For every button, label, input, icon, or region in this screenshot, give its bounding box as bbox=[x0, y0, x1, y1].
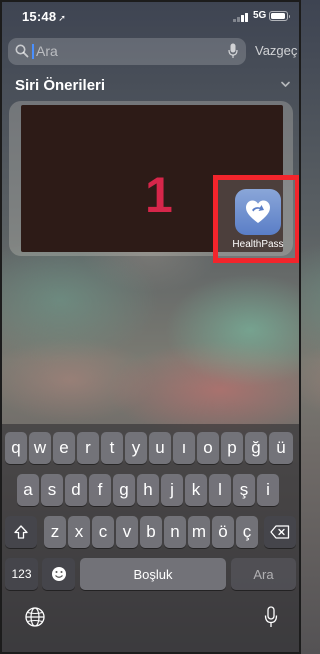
status-bar: 15:48 ➚ 5G bbox=[0, 0, 301, 32]
key-o[interactable]: o bbox=[197, 432, 219, 464]
key-p[interactable]: p bbox=[221, 432, 243, 464]
key-x[interactable]: x bbox=[68, 516, 90, 548]
search-input[interactable]: Ara bbox=[8, 38, 246, 65]
key-f[interactable]: f bbox=[89, 474, 111, 506]
key-g[interactable]: g bbox=[113, 474, 135, 506]
shift-key[interactable] bbox=[5, 516, 37, 548]
key-u-umlaut[interactable]: ü bbox=[269, 432, 293, 464]
dictation-key[interactable] bbox=[259, 605, 283, 629]
key-c-cedilla[interactable]: ç bbox=[236, 516, 258, 548]
emoji-key[interactable] bbox=[42, 558, 75, 590]
key-v[interactable]: v bbox=[116, 516, 138, 548]
microphone-icon bbox=[264, 606, 278, 627]
key-a[interactable]: a bbox=[17, 474, 39, 506]
key-l[interactable]: l bbox=[209, 474, 231, 506]
microphone-icon[interactable] bbox=[228, 43, 238, 59]
key-b[interactable]: b bbox=[140, 516, 162, 548]
globe-icon bbox=[25, 607, 45, 627]
key-dotless-i[interactable]: ı bbox=[173, 432, 195, 464]
key-m[interactable]: m bbox=[188, 516, 210, 548]
key-w[interactable]: w bbox=[29, 432, 51, 464]
key-n[interactable]: n bbox=[164, 516, 186, 548]
space-key[interactable]: Boşluk bbox=[80, 558, 226, 590]
heart-icon bbox=[246, 200, 270, 223]
key-q[interactable]: q bbox=[5, 432, 27, 464]
video-number-label: 1 bbox=[145, 167, 173, 223]
key-u[interactable]: u bbox=[149, 432, 171, 464]
key-t[interactable]: t bbox=[101, 432, 123, 464]
key-h[interactable]: h bbox=[137, 474, 159, 506]
key-r[interactable]: r bbox=[77, 432, 99, 464]
shift-icon bbox=[14, 525, 28, 539]
key-s[interactable]: s bbox=[41, 474, 63, 506]
key-k[interactable]: k bbox=[185, 474, 207, 506]
search-placeholder: Ara bbox=[36, 43, 58, 59]
key-s-cedilla[interactable]: ş bbox=[233, 474, 255, 506]
return-key[interactable]: Ara bbox=[231, 558, 296, 590]
search-icon bbox=[15, 44, 29, 58]
key-y[interactable]: y bbox=[125, 432, 147, 464]
healthpass-app-icon[interactable] bbox=[235, 189, 281, 235]
key-g-breve[interactable]: ğ bbox=[245, 432, 267, 464]
delete-key[interactable] bbox=[264, 516, 296, 548]
cancel-button[interactable]: Vazgeç bbox=[255, 43, 297, 58]
key-j[interactable]: j bbox=[161, 474, 183, 506]
key-c[interactable]: c bbox=[92, 516, 114, 548]
keyboard: q w e r t y u ı o p ğ ü a s d f g h j k … bbox=[2, 424, 299, 652]
emoji-icon bbox=[51, 567, 66, 581]
key-z[interactable]: z bbox=[44, 516, 66, 548]
chevron-down-icon[interactable] bbox=[281, 80, 290, 89]
text-cursor bbox=[32, 44, 34, 59]
status-time: 15:48 ➚ bbox=[22, 9, 66, 24]
battery-icon bbox=[269, 11, 290, 21]
signal-icon bbox=[233, 13, 249, 22]
location-arrow-icon: ➚ bbox=[58, 13, 66, 23]
numbers-key[interactable]: 123 bbox=[5, 558, 38, 590]
key-e[interactable]: e bbox=[53, 432, 75, 464]
network-type: 5G bbox=[253, 10, 267, 21]
siri-suggestions-title: Siri Önerileri bbox=[15, 77, 106, 94]
key-d[interactable]: d bbox=[65, 474, 87, 506]
globe-key[interactable] bbox=[23, 605, 47, 629]
key-i[interactable]: i bbox=[257, 474, 279, 506]
backspace-icon bbox=[270, 525, 290, 539]
app-name-label: HealthPass bbox=[232, 239, 284, 250]
key-o-umlaut[interactable]: ö bbox=[212, 516, 234, 548]
